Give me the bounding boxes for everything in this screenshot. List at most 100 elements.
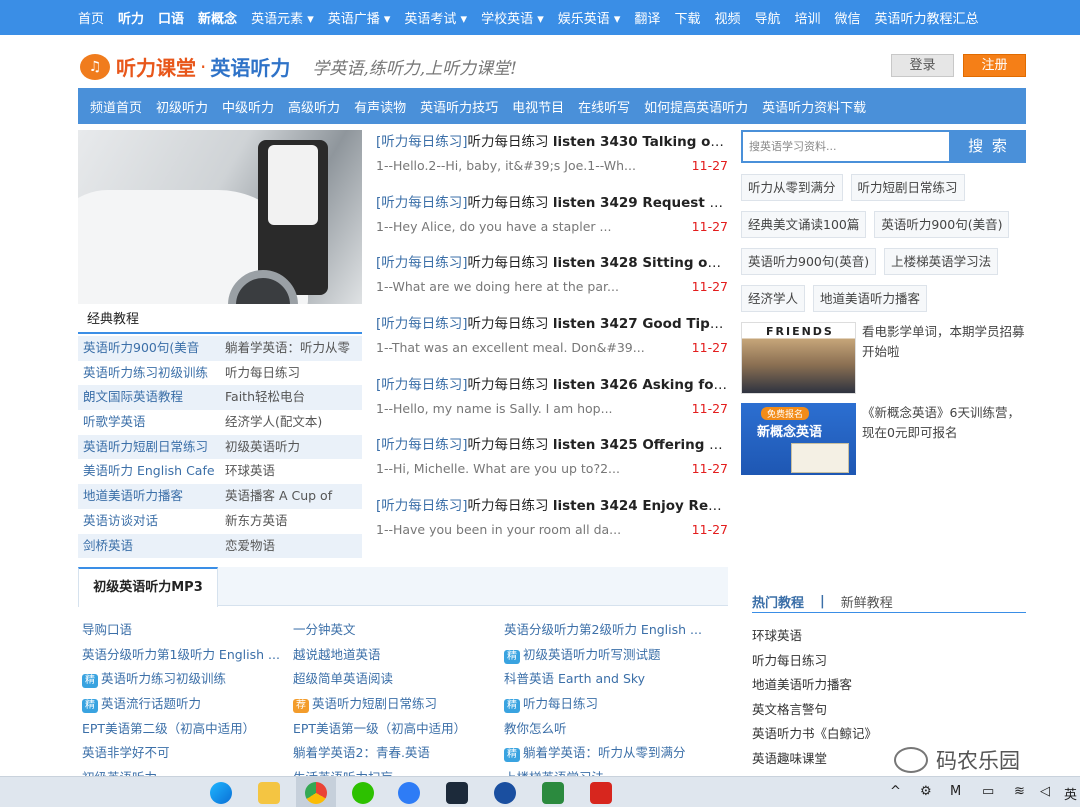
hot-tutorial-link[interactable]: 环球英语 xyxy=(752,624,1026,649)
top-nav-item[interactable]: 培训 xyxy=(794,8,820,27)
top-nav-item[interactable]: 首页 xyxy=(78,8,104,27)
news-prefix[interactable]: 听力每日练习 xyxy=(468,498,553,514)
featured-image[interactable] xyxy=(78,130,362,304)
news-title-text[interactable]: listen 3426 Asking for H... xyxy=(553,377,728,393)
news-title[interactable]: [听力每日练习]听力每日练习 listen 3429 Request for .… xyxy=(376,192,728,214)
search-button[interactable]: 搜 索 xyxy=(951,130,1026,163)
tag-link[interactable]: 经典美文诵读100篇 xyxy=(741,211,867,238)
news-category[interactable]: [听力每日练习] xyxy=(376,134,468,150)
channel-nav-item[interactable]: 中级听力 xyxy=(222,97,274,116)
classic-link[interactable]: 英语播客 A Cup of xyxy=(220,484,362,509)
edge-icon[interactable] xyxy=(210,782,232,804)
top-nav-item[interactable]: 下载 xyxy=(674,8,700,27)
classic-link[interactable]: 躺着学英语：听力从零 xyxy=(220,336,362,361)
mp3-link-text[interactable]: 导购口语 xyxy=(82,622,132,637)
mp3-link-text[interactable]: 越说越地道英语 xyxy=(293,647,381,662)
news-title-text[interactable]: listen 3428 Sitting on th... xyxy=(553,255,728,271)
tray-settings-icon[interactable]: ⚙ xyxy=(920,784,932,799)
tag-link[interactable]: 地道美语听力播客 xyxy=(813,285,928,312)
mp3-link-text[interactable]: 躺着学英语2：青春.英语 xyxy=(293,745,430,760)
tray-ime-indicator[interactable]: 英 xyxy=(1064,784,1077,803)
mp3-link[interactable]: 精躺着学英语：听力从零到满分 xyxy=(504,741,715,766)
classic-link[interactable]: 听歌学英语 xyxy=(78,410,220,435)
login-button[interactable]: 登录 xyxy=(891,54,954,77)
promo-text[interactable]: 《新概念英语》6天训练营，现在0元即可报名 xyxy=(862,403,1027,443)
classic-link[interactable]: 听力每日练习 xyxy=(220,361,362,386)
mp3-link[interactable]: 超级简单英语阅读 xyxy=(293,667,504,692)
news-category[interactable]: [听力每日练习] xyxy=(376,437,468,453)
news-title-text[interactable]: listen 3425 Offering Help xyxy=(553,437,728,453)
mp3-link-text[interactable]: 躺着学英语：听力从零到满分 xyxy=(523,745,686,760)
mp3-link-text[interactable]: 英语听力短剧日常练习 xyxy=(312,696,437,711)
tray-mi-icon[interactable]: M xyxy=(950,784,961,799)
mp3-link-text[interactable]: 一分钟英文 xyxy=(293,622,356,637)
promo-new-concept[interactable]: 免费报名 新概念英语 《新概念英语》6天训练营，现在0元即可报名 xyxy=(741,403,1031,475)
channel-nav-item[interactable]: 频道首页 xyxy=(90,97,142,116)
hot-tutorial-link[interactable]: 地道美语听力播客 xyxy=(752,673,1026,698)
mp3-link[interactable]: EPT美语第一级（初高中适用） xyxy=(293,717,504,742)
top-nav-item[interactable]: 新概念 xyxy=(198,8,237,27)
mp3-link-text[interactable]: 英语分级听力第2级听力 English ... xyxy=(504,622,702,637)
mp3-link-text[interactable]: 英语分级听力第1级听力 English ... xyxy=(82,647,280,662)
top-nav-item[interactable]: 翻译 xyxy=(634,8,660,27)
news-title[interactable]: [听力每日练习]听力每日练习 listen 3430 Talking on t.… xyxy=(376,131,728,153)
channel-nav-item[interactable]: 有声读物 xyxy=(354,97,406,116)
mp3-link-text[interactable]: 科普英语 Earth and Sky xyxy=(504,671,645,686)
mp3-link[interactable]: 躺着学英语2：青春.英语 xyxy=(293,741,504,766)
classic-link[interactable]: 英语听力短剧日常练习 xyxy=(78,435,220,460)
mp3-link-text[interactable]: 教你怎么听 xyxy=(504,721,567,736)
wps-icon[interactable] xyxy=(590,782,612,804)
tray-battery-icon[interactable]: ▭ xyxy=(982,784,994,799)
classic-link[interactable]: 朗文国际英语教程 xyxy=(78,385,220,410)
screen-app-icon[interactable] xyxy=(542,782,564,804)
channel-nav-item[interactable]: 在线听写 xyxy=(578,97,630,116)
mp3-link[interactable]: 英语分级听力第1级听力 English ... xyxy=(82,643,293,668)
chrome-icon[interactable] xyxy=(305,782,327,804)
mp3-link[interactable]: 一分钟英文 xyxy=(293,618,504,643)
site-logo[interactable]: ♫ 听力课堂 · 英语听力 学英语,练听力,上听力课堂! xyxy=(80,52,517,81)
classic-link[interactable]: 经济学人(配文本) xyxy=(220,410,362,435)
channel-nav-item[interactable]: 电视节目 xyxy=(512,97,564,116)
top-nav-item[interactable]: 学校英语 ▾ xyxy=(481,8,544,27)
top-nav-item[interactable]: 英语元素 ▾ xyxy=(251,8,314,27)
channel-nav-item[interactable]: 英语听力技巧 xyxy=(420,97,498,116)
top-nav-item[interactable]: 微信 xyxy=(835,8,861,27)
register-button[interactable]: 注册 xyxy=(963,54,1026,77)
mp3-link-text[interactable]: 初级英语听力听写测试题 xyxy=(523,647,661,662)
mp3-link[interactable]: 精英语流行话题听力 xyxy=(82,692,293,717)
news-prefix[interactable]: 听力每日练习 xyxy=(468,437,553,453)
classic-link[interactable]: 地道美语听力播客 xyxy=(78,484,220,509)
news-title-text[interactable]: listen 3424 Enjoy Reading xyxy=(553,498,728,514)
news-title[interactable]: [听力每日练习]听力每日练习 listen 3426 Asking for H.… xyxy=(376,374,728,396)
tag-link[interactable]: 上楼梯英语学习法 xyxy=(884,248,999,275)
top-nav-item[interactable]: 英语听力教程汇总 xyxy=(875,8,979,27)
mp3-link[interactable]: 精听力每日练习 xyxy=(504,692,715,717)
mp3-link-text[interactable]: 英语听力练习初级训练 xyxy=(101,671,226,686)
promo-friends[interactable]: FRIENDS 看电影学单词，本期学员招募开始啦 xyxy=(741,322,1031,394)
tag-link[interactable]: 英语听力900句(英音) xyxy=(741,248,877,275)
mp3-link[interactable]: 精英语听力练习初级训练 xyxy=(82,667,293,692)
file-explorer-icon[interactable] xyxy=(258,782,280,804)
top-nav-item[interactable]: 口语 xyxy=(158,8,184,27)
channel-nav-item[interactable]: 初级听力 xyxy=(156,97,208,116)
promo-text[interactable]: 看电影学单词，本期学员招募开始啦 xyxy=(862,322,1027,362)
news-title[interactable]: [听力每日练习]听力每日练习 listen 3428 Sitting on th… xyxy=(376,252,728,274)
news-title-text[interactable]: listen 3430 Talking on t... xyxy=(553,134,728,150)
tag-link[interactable]: 英语听力900句(美音) xyxy=(874,211,1010,238)
classic-link[interactable]: 英语听力900句(美音 xyxy=(78,336,220,361)
word-app-icon[interactable] xyxy=(494,782,516,804)
news-category[interactable]: [听力每日练习] xyxy=(376,255,468,271)
hot-tutorial-link[interactable]: 听力每日练习 xyxy=(752,649,1026,674)
classic-link[interactable]: 初级英语听力 xyxy=(220,435,362,460)
news-prefix[interactable]: 听力每日练习 xyxy=(468,195,553,211)
news-title[interactable]: [听力每日练习]听力每日练习 listen 3425 Offering Help xyxy=(376,434,728,456)
tray-chevron-up-icon[interactable]: ^ xyxy=(890,784,901,799)
mp3-link[interactable]: 荐英语听力短剧日常练习 xyxy=(293,692,504,717)
cloud-drive-icon[interactable] xyxy=(398,782,420,804)
top-nav-item[interactable]: 听力 xyxy=(118,8,144,27)
classic-link[interactable]: 英语听力练习初级训练 xyxy=(78,361,220,386)
classic-link[interactable]: 环球英语 xyxy=(220,459,362,484)
channel-nav-item[interactable]: 如何提高英语听力 xyxy=(644,97,748,116)
new-concept-banner-image[interactable]: 免费报名 新概念英语 xyxy=(741,403,856,475)
top-nav-item[interactable]: 导航 xyxy=(754,8,780,27)
